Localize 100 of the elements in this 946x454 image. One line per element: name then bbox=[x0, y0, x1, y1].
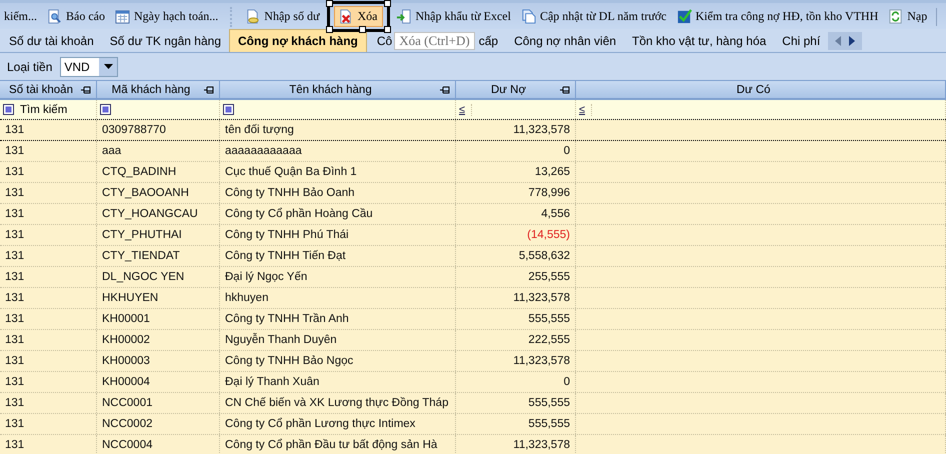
table-cell: NCC0004 bbox=[97, 435, 220, 454]
table-cell: 4,556 bbox=[456, 204, 576, 224]
magnifier-icon bbox=[47, 9, 62, 24]
pin-icon[interactable] bbox=[81, 86, 91, 94]
currency-dropdown[interactable]: VND bbox=[60, 56, 118, 76]
table-cell: CTY_PHUTHAI bbox=[97, 225, 220, 245]
toolbar-button[interactable]: Báo cáo bbox=[43, 6, 111, 27]
table-cell: HKHUYEN bbox=[97, 288, 220, 308]
table-cell: Đại lý Ngọc Yến bbox=[220, 267, 456, 287]
table-cell: 131 bbox=[0, 414, 97, 434]
toolbar-button[interactable]: Ngày hạch toán... bbox=[110, 6, 224, 27]
table-cell: Cục thuế Quận Ba Đình 1 bbox=[220, 162, 456, 182]
tab[interactable]: Tồn kho vật tư, hàng hóa bbox=[624, 29, 774, 52]
table-cell: 11,323,578 bbox=[456, 435, 576, 454]
right-arrow-icon[interactable] bbox=[848, 36, 856, 46]
column-title: Dư Có bbox=[736, 84, 770, 96]
table-cell: 131 bbox=[0, 267, 97, 287]
table-cell: 5,558,632 bbox=[456, 246, 576, 266]
calendar-icon bbox=[114, 9, 130, 24]
tab-scroll-buttons[interactable] bbox=[828, 32, 862, 50]
table-cell: 131 bbox=[0, 225, 97, 245]
table-cell: 13,265 bbox=[456, 162, 576, 182]
table-cell: Công ty TNHH Trần Anh bbox=[220, 309, 456, 329]
table-cell: 0309788770 bbox=[97, 120, 220, 140]
table-cell: Công ty TNHH Phú Thái bbox=[220, 225, 456, 245]
column-header[interactable]: Dư Nợ bbox=[456, 81, 576, 98]
tab[interactable]: Số dư tài khoản bbox=[1, 29, 102, 52]
toolbar-button[interactable]: Nhập khẩu từ Excel bbox=[392, 6, 517, 27]
table-cell: Đại lý Thanh Xuân bbox=[220, 372, 456, 392]
tab[interactable]: Cô Xóa (Ctrl+D) cấp bbox=[366, 29, 506, 52]
table-cell: NCC0002 bbox=[97, 414, 220, 434]
table-cell: Công ty TNHH Tiến Đạt bbox=[220, 246, 456, 266]
table-cell: 131 bbox=[0, 372, 97, 392]
table-cell: 778,996 bbox=[456, 183, 576, 203]
table-cell: 131 bbox=[0, 309, 97, 329]
filter-checkbox-icon[interactable] bbox=[223, 104, 234, 115]
tab-label: cấp bbox=[478, 34, 498, 48]
pin-icon[interactable] bbox=[440, 86, 450, 94]
tab[interactable]: Chi phí bbox=[774, 29, 828, 52]
toolbar-button[interactable]: kiếm... bbox=[0, 6, 43, 27]
table-cell: tên đối tượng bbox=[220, 120, 456, 140]
table-cell: 222,555 bbox=[456, 330, 576, 350]
documents-icon bbox=[520, 9, 536, 24]
column-title: Dư Nợ bbox=[490, 84, 526, 96]
table-cell: 131 bbox=[0, 246, 97, 266]
column-header[interactable]: Số tài khoản bbox=[0, 81, 97, 98]
table-cell: Công ty Cổ phần Đầu tư bất động sản Hà bbox=[220, 435, 456, 454]
table-cell: 555,555 bbox=[456, 393, 576, 413]
tab[interactable]: Số dư TK ngân hàng bbox=[102, 29, 229, 52]
document-icon bbox=[245, 9, 260, 24]
table-cell: Công ty Cổ phần Lương thực Intimex bbox=[220, 414, 456, 434]
table-cell: 555,555 bbox=[456, 414, 576, 434]
dropdown-arrow-icon bbox=[104, 64, 113, 69]
table-cell: Công ty Cổ phần Hoàng Cầu bbox=[220, 204, 456, 224]
tab[interactable]: Công nợ khách hàng bbox=[229, 29, 367, 52]
pin-icon[interactable] bbox=[560, 86, 570, 94]
column-header[interactable]: Mã khách hàng bbox=[97, 81, 220, 98]
table-cell: Công ty TNHH Bảo Oanh bbox=[220, 183, 456, 203]
currency-label: Loại tiền bbox=[7, 60, 52, 74]
table-cell: CTQ_BADINH bbox=[97, 162, 220, 182]
table-cell: CTY_BAOOANH bbox=[97, 183, 220, 203]
table-cell: 11,323,578 bbox=[456, 120, 576, 140]
table-cell: aaaaaaaaaaaa bbox=[220, 141, 456, 161]
tab[interactable]: Công nợ nhân viên bbox=[506, 29, 624, 52]
column-title: Số tài khoản bbox=[9, 84, 73, 96]
table-cell: KH00002 bbox=[97, 330, 220, 350]
filter-operator[interactable]: ≤ bbox=[579, 104, 592, 116]
column-title: Mã khách hàng bbox=[112, 84, 190, 96]
toolbar-button[interactable]: Xóa bbox=[334, 6, 384, 27]
table-cell: CN Chế biến và XK Lương thực Đồng Tháp bbox=[220, 393, 456, 413]
table-cell: hkhuyen bbox=[220, 288, 456, 308]
filter-checkbox-icon[interactable] bbox=[100, 104, 111, 115]
table-cell: CTY_TIENDAT bbox=[97, 246, 220, 266]
table-cell: KH00001 bbox=[97, 309, 220, 329]
column-header[interactable]: Dư Có bbox=[576, 81, 946, 98]
delete-icon bbox=[338, 9, 354, 24]
table-cell: KH00003 bbox=[97, 351, 220, 371]
table-cell: Công ty TNHH Bảo Ngọc bbox=[220, 351, 456, 371]
table-cell: 555,555 bbox=[456, 309, 576, 329]
table-cell: CTY_HOANGCAU bbox=[97, 204, 220, 224]
filter-checkbox-icon[interactable] bbox=[3, 104, 14, 115]
search-field[interactable]: Tìm kiếm bbox=[20, 104, 68, 116]
toolbar-button[interactable]: Kiểm tra công nợ HĐ, tồn kho VTHH bbox=[672, 6, 884, 27]
column-header[interactable]: Tên khách hàng bbox=[220, 81, 456, 98]
toolbar-button[interactable]: Nạp bbox=[884, 6, 934, 27]
table-cell: DL_NGOC YEN bbox=[97, 267, 220, 287]
table-cell: 131 bbox=[0, 204, 97, 224]
table-cell: (14,555) bbox=[456, 225, 576, 245]
table-cell: 131 bbox=[0, 288, 97, 308]
filter-operator[interactable]: ≤ bbox=[459, 104, 472, 116]
refresh-icon bbox=[888, 9, 904, 24]
tooltip: Xóa (Ctrl+D) bbox=[394, 32, 475, 50]
toolbar-button[interactable]: Nhập số dư bbox=[241, 6, 326, 27]
table-cell: 131 bbox=[0, 330, 97, 350]
table-cell: 131 bbox=[0, 141, 97, 161]
pin-icon[interactable] bbox=[204, 86, 214, 94]
table-cell: aaa bbox=[97, 141, 220, 161]
table-cell: 131 bbox=[0, 393, 97, 413]
toolbar-button[interactable]: Cập nhật từ DL năm trước bbox=[516, 6, 672, 27]
tab-label: Cô bbox=[376, 34, 392, 48]
